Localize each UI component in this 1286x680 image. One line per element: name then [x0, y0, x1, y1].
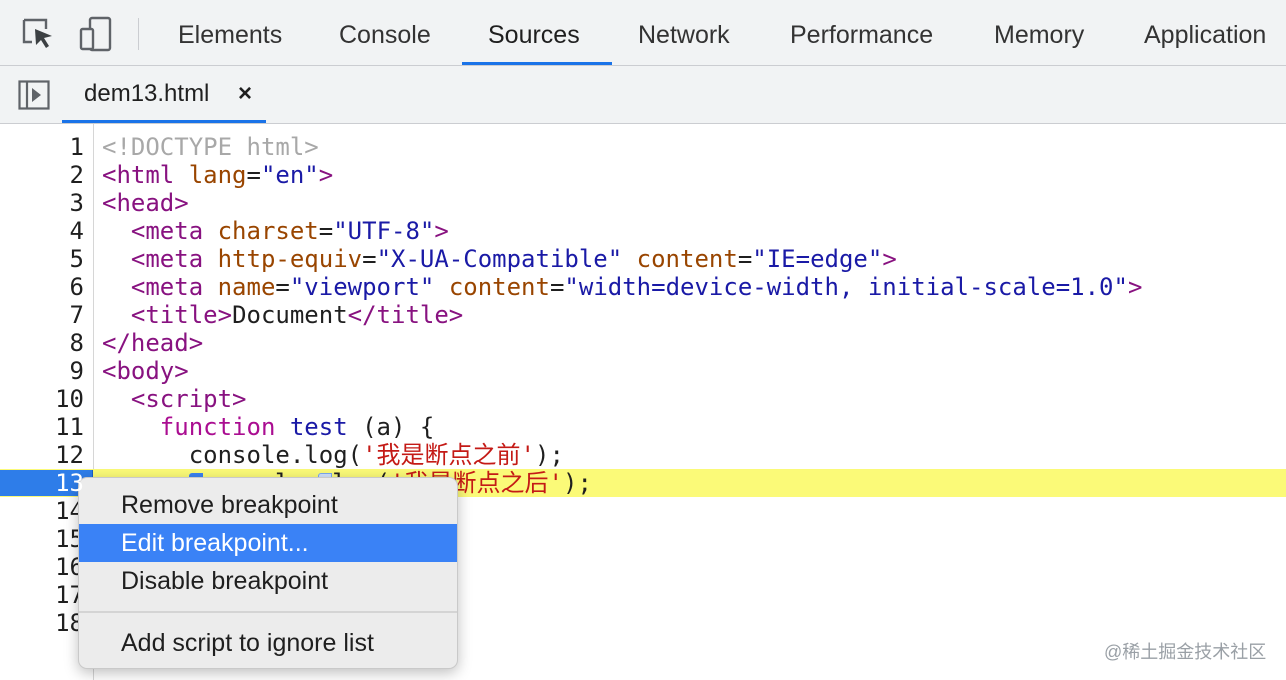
code-text: > — [318, 161, 334, 189]
code-line: 3 <head> — [0, 189, 1286, 217]
code-line: 9 <body> — [0, 357, 1286, 385]
code-text: "en" — [260, 161, 319, 189]
code-text: > — [434, 217, 449, 245]
code-text: function — [159, 413, 276, 441]
line-number[interactable]: 14 — [0, 497, 84, 525]
code-line: 11 function test (a) { — [0, 413, 1286, 441]
code-text: Document — [232, 301, 348, 329]
code-text: <script> — [130, 385, 247, 413]
tab-network[interactable]: Network — [638, 0, 730, 65]
code-text: <head> — [102, 189, 189, 217]
devtools-tab-bar: Elements Console Sources Network Perform… — [0, 0, 1286, 66]
code-text: <meta — [130, 273, 204, 301]
active-file-indicator — [62, 120, 266, 123]
code-text: </title> — [347, 301, 464, 329]
code-text: (a) { — [347, 413, 435, 441]
code-text: "IE=edge" — [752, 245, 883, 273]
code-line: 8 </head> — [0, 329, 1286, 357]
code-text: lang — [188, 161, 247, 189]
code-text: charset — [217, 217, 319, 245]
line-number[interactable]: 15 — [0, 525, 84, 553]
code-line: 4 <meta charset="UTF-8"> — [0, 217, 1286, 245]
code-text: "width=device-width, initial-scale=1.0" — [564, 273, 1128, 301]
breakpoint-context-menu: Remove breakpoint Edit breakpoint... Dis… — [78, 477, 458, 669]
active-tab-indicator — [462, 62, 612, 65]
code-text: ); — [535, 441, 564, 469]
tab-memory[interactable]: Memory — [994, 0, 1084, 65]
code-text: <meta — [130, 245, 204, 273]
code-text: <title> — [130, 301, 233, 329]
code-text: console.log( — [188, 441, 363, 469]
code-text: <meta — [130, 217, 204, 245]
code-line: 6 <meta name="viewport" content="width=d… — [0, 273, 1286, 301]
tab-performance[interactable]: Performance — [790, 0, 933, 65]
code-text: "X-UA-Compatible" — [376, 245, 623, 273]
code-text: '我是断点之前' — [362, 441, 535, 469]
code-text: = — [318, 217, 334, 245]
line-number[interactable]: 18 — [0, 609, 84, 637]
device-toolbar-icon[interactable] — [78, 16, 114, 52]
line-number[interactable]: 17 — [0, 581, 84, 609]
line-number[interactable]: 2 — [0, 161, 84, 189]
tab-elements[interactable]: Elements — [178, 0, 282, 65]
code-line: 2 <html lang="en"> — [0, 161, 1286, 189]
code-text: <!DOCTYPE html> — [102, 133, 319, 161]
code-line: 1 <!DOCTYPE html> — [0, 133, 1286, 161]
line-number[interactable]: 4 — [0, 217, 84, 245]
menu-item-disable-breakpoint[interactable]: Disable breakpoint — [79, 562, 457, 600]
tab-console[interactable]: Console — [339, 0, 431, 65]
code-text: </head> — [102, 329, 204, 357]
code-text: content — [448, 273, 550, 301]
code-text: test — [289, 413, 348, 441]
line-number[interactable]: 5 — [0, 245, 84, 273]
code-text: > — [1127, 273, 1143, 301]
line-number[interactable]: 7 — [0, 301, 84, 329]
tab-sources[interactable]: Sources — [488, 0, 580, 65]
sources-file-tab-bar: dem13.html × — [0, 66, 1286, 124]
inspect-element-icon[interactable] — [20, 16, 56, 52]
code-text: ); — [563, 469, 592, 497]
code-text: = — [737, 245, 753, 273]
line-number[interactable]: 6 — [0, 273, 84, 301]
navigator-toggle-icon[interactable] — [18, 80, 50, 110]
menu-item-edit-breakpoint[interactable]: Edit breakpoint... — [79, 524, 457, 562]
code-text: name — [217, 273, 276, 301]
line-number[interactable]: 10 — [0, 385, 84, 413]
code-text: "viewport" — [289, 273, 435, 301]
line-number[interactable]: 13 — [0, 469, 84, 497]
code-text: = — [246, 161, 261, 189]
code-line: 7 <title>Document</title> — [0, 301, 1286, 329]
code-text: <body> — [102, 357, 189, 385]
line-number[interactable]: 3 — [0, 189, 84, 217]
code-text: = — [362, 245, 377, 273]
line-number[interactable]: 16 — [0, 553, 84, 581]
menu-item-remove-breakpoint[interactable]: Remove breakpoint — [79, 486, 457, 524]
code-text: > — [882, 245, 897, 273]
code-text: content — [636, 245, 738, 273]
toolbar-divider — [138, 18, 139, 50]
line-number[interactable]: 12 — [0, 441, 84, 469]
code-text: "UTF-8" — [333, 217, 435, 245]
line-number[interactable]: 1 — [0, 133, 84, 161]
code-text: <html — [102, 161, 175, 189]
line-number[interactable]: 9 — [0, 357, 84, 385]
watermark: @稀土掘金技术社区 — [1104, 642, 1267, 662]
tab-application[interactable]: Application — [1144, 0, 1266, 65]
menu-separator — [79, 611, 457, 613]
code-text: = — [275, 273, 290, 301]
code-line: 12 console.log('我是断点之前'); — [0, 441, 1286, 469]
line-number[interactable]: 11 — [0, 413, 84, 441]
close-icon[interactable]: × — [238, 66, 252, 122]
code-line: 5 <meta http-equiv="X-UA-Compatible" con… — [0, 245, 1286, 273]
file-tab-dem13[interactable]: dem13.html — [84, 66, 209, 122]
code-text: = — [549, 273, 565, 301]
menu-item-add-to-ignore-list[interactable]: Add script to ignore list — [79, 624, 457, 662]
code-line: 10 <script> — [0, 385, 1286, 413]
code-text: http-equiv — [217, 245, 363, 273]
line-number[interactable]: 8 — [0, 329, 84, 357]
